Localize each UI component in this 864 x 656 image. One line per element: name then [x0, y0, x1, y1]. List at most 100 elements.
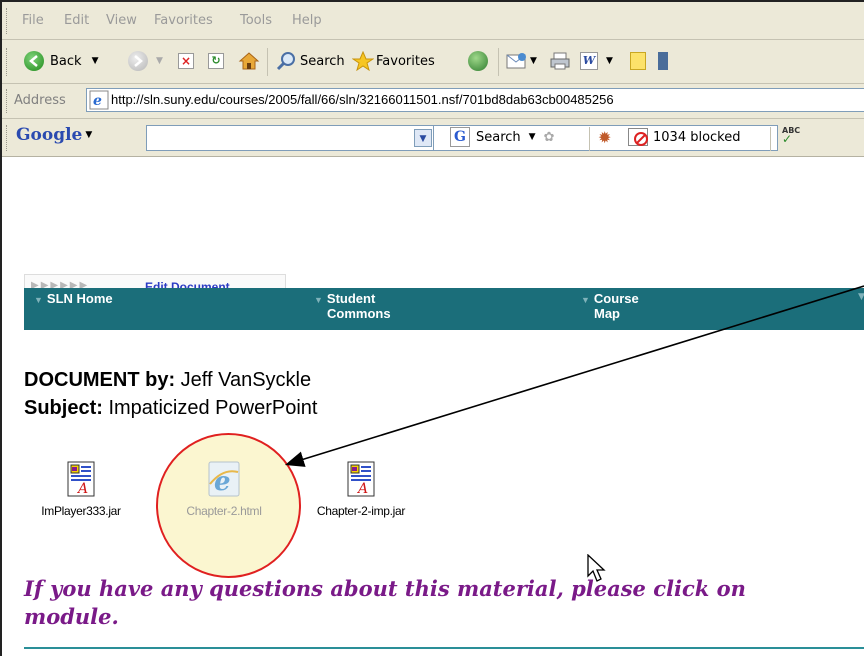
favorites-label: Favorites	[376, 53, 435, 69]
chevron-down-icon[interactable]: ▼	[92, 56, 99, 66]
chevron-down-icon[interactable]: ▼	[606, 56, 613, 66]
triangle-down-icon: ▼	[314, 295, 323, 305]
blocked-count-label: 1034 blocked	[653, 129, 741, 145]
star-icon	[352, 51, 374, 71]
history-icon	[468, 51, 488, 71]
edit-word-button[interactable]: W ▼	[580, 52, 613, 70]
address-input[interactable]: e http://sln.suny.edu/courses/2005/fall/…	[86, 88, 864, 112]
popup-blocker-button[interactable]: 1034 blocked	[628, 128, 741, 146]
browser-window: File Edit View Favorites Tools Help Back…	[0, 0, 864, 656]
menu-edit[interactable]: Edit	[64, 13, 89, 28]
nav-student-commons[interactable]: ▼ Student Commons	[314, 292, 391, 321]
triangle-down-icon: ▼	[34, 295, 43, 305]
svg-text:e: e	[93, 93, 102, 109]
page-ie-icon: e	[89, 90, 109, 110]
subject-value: Impaticized PowerPoint	[108, 397, 318, 419]
toolbar-grip[interactable]	[6, 8, 9, 34]
history-button[interactable]	[468, 51, 488, 71]
chevron-down-icon[interactable]: ▼	[414, 129, 432, 147]
search-button[interactable]: Search	[276, 51, 345, 71]
menu-bar: File Edit View Favorites Tools Help	[2, 2, 864, 40]
menu-view[interactable]: View	[106, 13, 137, 28]
attachment-name: Chapter-2.html	[186, 504, 262, 518]
note-icon	[630, 52, 646, 70]
search-label: Search	[300, 53, 345, 69]
google-search-field[interactable]	[146, 125, 434, 151]
attachment-chapter-imp[interactable]: A Chapter-2-imp.jar	[296, 460, 426, 518]
google-logo: Google	[16, 125, 83, 145]
attachment-chapter-html[interactable]: e Chapter-2.html	[164, 460, 284, 518]
separator	[770, 127, 771, 151]
triangle-down-icon: ▼	[581, 295, 590, 305]
stop-button[interactable]: ×	[178, 53, 194, 69]
question-text-line2[interactable]: module.	[24, 604, 119, 629]
toolbar-grip[interactable]	[6, 48, 9, 76]
messenger-button[interactable]	[658, 52, 668, 70]
menu-tools[interactable]: Tools	[240, 13, 272, 28]
standard-toolbar: Back ▼ ▼ × ↻ Search Favorites ▼ W ▼	[2, 40, 864, 84]
triangle-down-icon: ▼	[858, 292, 864, 302]
separator	[267, 48, 268, 76]
attachment-name: Chapter-2-imp.jar	[316, 504, 406, 518]
attachment-name: ImPlayer333.jar	[41, 504, 121, 518]
jar-file-icon: A	[67, 461, 95, 497]
attachment-implayer[interactable]: A ImPlayer333.jar	[26, 460, 136, 518]
back-button[interactable]: Back ▼	[24, 51, 98, 71]
chevron-down-icon[interactable]: ▼	[156, 56, 163, 66]
stop-icon: ×	[178, 53, 194, 69]
spellcheck-icon[interactable]: ABC ✓	[782, 126, 800, 145]
divider	[24, 647, 864, 649]
document-subject-line: Subject: Impaticized PowerPoint	[24, 397, 317, 420]
address-label: Address	[14, 93, 66, 108]
chevron-down-icon[interactable]: ▼	[530, 56, 537, 66]
subject-label: Subject:	[24, 397, 103, 419]
menu-help[interactable]: Help	[292, 13, 322, 28]
word-icon: W	[580, 52, 598, 70]
ie-html-icon: e	[208, 461, 240, 497]
news-icon[interactable]: ✿	[544, 130, 555, 145]
refresh-button[interactable]: ↻	[208, 53, 224, 69]
mail-icon	[506, 53, 526, 69]
menu-favorites[interactable]: Favorites	[154, 13, 213, 28]
google-menu-button[interactable]: Google ▼	[16, 125, 92, 145]
back-arrow-icon	[24, 51, 44, 71]
separator	[498, 48, 499, 76]
svg-text:A: A	[356, 481, 368, 497]
mouse-cursor-icon	[587, 554, 606, 582]
address-bar: Address e http://sln.suny.edu/courses/20…	[2, 84, 864, 119]
back-label: Back	[50, 53, 82, 69]
nav-sln-home[interactable]: ▼ SLN Home	[34, 292, 113, 307]
author-name: Jeff VanSyckle	[180, 369, 312, 391]
forward-button[interactable]: ▼	[128, 51, 163, 71]
discuss-button[interactable]	[630, 52, 646, 70]
home-button[interactable]	[238, 51, 260, 71]
menu-file[interactable]: File	[22, 13, 44, 28]
google-search-button[interactable]: G Search ▼ ✿	[450, 127, 555, 147]
print-button[interactable]	[550, 52, 570, 70]
favorites-button[interactable]: Favorites	[352, 51, 435, 71]
jar-file-icon: A	[347, 461, 375, 497]
home-icon	[238, 52, 260, 70]
course-nav-bar: ▼SLN Home ▼Student Commons ▼Course Map ▼	[24, 288, 864, 330]
nav-course-map[interactable]: ▼ Course Map	[581, 292, 639, 321]
question-text-line1[interactable]: If you have any questions about this mat…	[24, 576, 746, 601]
document-label: DOCUMENT by:	[24, 369, 176, 391]
refresh-icon: ↻	[208, 53, 224, 69]
forward-arrow-icon	[128, 51, 148, 71]
pagerank-icon[interactable]: ✹	[598, 128, 611, 147]
page-content: ▶▶▶▶▶▶ Edit Document ▼ SLN Home ▼ Student …	[2, 158, 864, 656]
mail-button[interactable]: ▼	[506, 52, 537, 70]
document-author-line: DOCUMENT by: Jeff VanSyckle	[24, 369, 311, 392]
search-icon	[276, 52, 295, 71]
separator	[589, 127, 590, 151]
chevron-down-icon: ▼	[528, 132, 536, 142]
google-search-label: Search	[476, 129, 521, 145]
address-url: http://sln.suny.edu/courses/2005/fall/66…	[111, 92, 614, 107]
google-toolbar: Google ▼ ▼ G Search ▼ ✿ ✹ 1034 blocked A…	[2, 119, 864, 157]
toolbar-grip[interactable]	[6, 125, 9, 151]
popup-blocked-icon	[628, 128, 648, 146]
messenger-icon	[658, 52, 668, 70]
svg-text:A: A	[76, 481, 88, 497]
toolbar-grip[interactable]	[6, 89, 9, 113]
google-g-icon: G	[450, 127, 470, 147]
